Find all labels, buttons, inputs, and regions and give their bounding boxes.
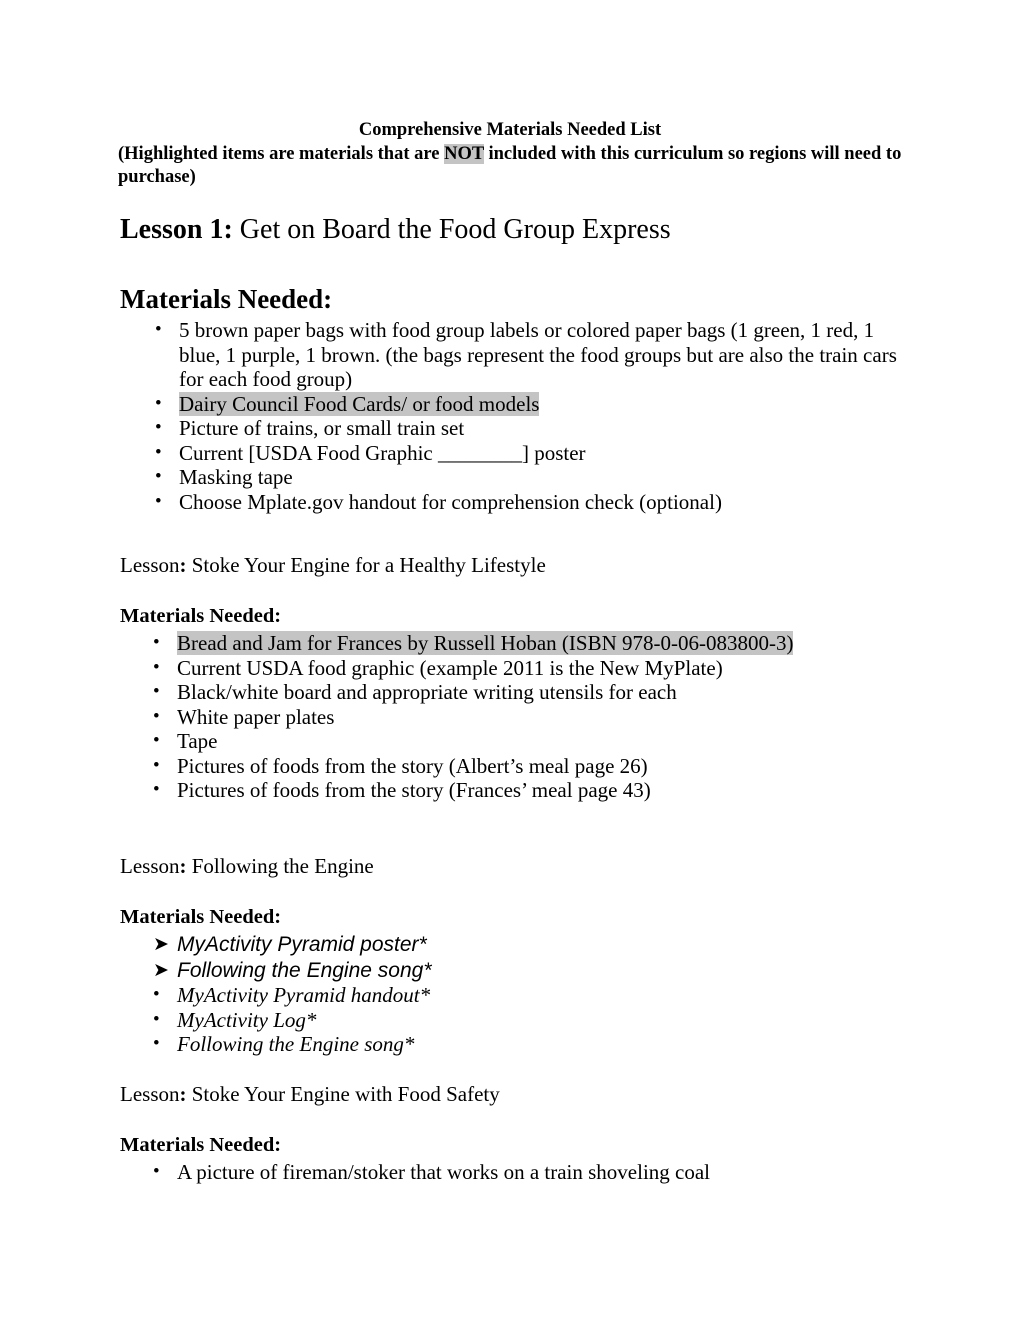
dot-bullet-icon: • [155,319,162,340]
list-item-label: MyActivity Pyramid handout* [177,983,431,1007]
lesson-3-heading: Lesson: Following the Engine [120,854,920,879]
list-item: • White paper plates [120,705,920,730]
list-item: ➤ Following the Engine song* [120,958,920,984]
lesson-3-title: Following the Engine [186,854,374,878]
lesson-1-heading: Lesson 1: Get on Board the Food Group Ex… [120,213,671,247]
lesson-2-materials-list: • Bread and Jam for Frances by Russell Ho… [120,631,920,803]
lesson-4-materials-list: • A picture of fireman/stoker that works … [120,1160,920,1185]
list-item-label: MyActivity Log* [177,1007,317,1032]
list-item: • Black/white board and appropriate writi… [120,680,920,705]
page-title: Comprehensive Materials Needed List [358,120,662,140]
legend-not-highlight: NOT [444,143,484,164]
lesson-section-2: Lesson: Stoke Your Engine for a Healthy … [120,553,920,803]
arrow-bullet-icon: ➤ [153,958,169,981]
list-item-label: White paper plates [177,704,335,729]
lesson-2-title: Stoke Your Engine for a Healthy Lifestyl… [186,553,546,577]
lesson-3-label: Lesson [120,854,180,878]
list-item: • Pictures of foods from the story (Alber… [120,754,920,779]
list-item-label: Pictures of foods from the story (Albert… [177,753,648,778]
dot-bullet-icon: • [155,466,162,487]
list-item: • Current [USDA Food Graphic ________] po… [122,441,912,466]
list-item: • MyActivity Log* [120,1008,920,1033]
list-item-label: Tape [177,729,218,753]
list-item: • Pictures of foods from the story (Franc… [120,778,920,803]
legend-text-before: (Highlighted items are materials that ar… [118,143,445,164]
list-item: • A picture of fireman/stoker that works … [120,1160,920,1185]
highlight-legend: (Highlighted items are materials that ar… [118,143,902,190]
list-item-label: A picture of fireman/stoker that works o… [177,1160,711,1184]
list-item-label: Current [USDA Food Graphic ________] pos… [179,440,586,465]
dot-bullet-icon: • [153,705,160,727]
list-item: • Dairy Council Food Cards/ or food model… [122,391,912,417]
lesson-4-colon: : [179,1082,187,1106]
arrow-bullet-icon: ➤ [153,933,169,955]
list-item: • Choose Mplate.gov handout for comprehen… [122,490,912,515]
list-item-label: Bread and Jam for Frances by Russell Hob… [177,631,794,655]
dot-bullet-icon: • [153,754,160,776]
lesson-1-label: Lesson 1: [120,214,233,245]
lesson-section-3: Lesson: Following the Engine Materials N… [120,854,920,1057]
lesson-4-heading: Lesson: Stoke Your Engine with Food Safe… [120,1082,920,1107]
list-item: • Picture of trains, or small train set [122,416,912,441]
dot-bullet-icon: • [153,730,160,751]
list-item: • 5 brown paper bags with food group labe… [122,318,912,392]
document-header: Comprehensive Materials Needed List (Hig… [118,119,902,190]
lesson-2-heading: Lesson: Stoke Your Engine for a Healthy … [120,553,920,578]
dot-bullet-icon: • [153,681,160,702]
list-item: • Masking tape [122,465,912,490]
list-item: • Current USDA food graphic (example 2011… [120,656,920,681]
list-item-label: Choose Mplate.gov handout for comprehens… [179,489,722,514]
lesson-1-title: Get on Board the Food Group Express [232,214,671,245]
list-item-label: Black/white board and appropriate writin… [177,680,677,704]
dot-bullet-icon: • [153,779,160,800]
list-item-label: Picture of trains, or small train set [179,416,465,440]
lesson-4-title: Stoke Your Engine with Food Safety [186,1082,500,1106]
dot-bullet-icon: • [155,490,162,512]
dot-bullet-icon: • [153,1161,160,1182]
list-item-label: Pictures of foods from the story (France… [177,778,651,802]
dot-bullet-icon: • [155,392,162,414]
lesson-3-colon: : [179,854,187,878]
dot-bullet-icon: • [153,1008,160,1030]
list-item-label: MyActivity Pyramid poster* [177,933,427,956]
dot-bullet-icon: • [155,441,162,463]
list-item: • Tape [120,729,920,754]
lesson-4-materials-heading: Materials Needed: [120,1134,282,1156]
document-page: Comprehensive Materials Needed List (Hig… [0,0,1020,1320]
list-item-label: Following the Engine song* [177,1032,415,1056]
lesson-1-materials-heading: Materials Needed: [120,284,333,314]
list-item-label: Masking tape [179,465,293,489]
dot-bullet-icon: • [153,632,160,653]
dot-bullet-icon: • [155,417,162,438]
lesson-section-4: Lesson: Stoke Your Engine with Food Safe… [120,1082,920,1185]
lesson-2-label: Lesson [120,553,180,577]
list-item-label: Current USDA food graphic (example 2011 … [177,655,723,680]
lesson-2-colon: : [179,553,187,577]
list-item-label: Dairy Council Food Cards/ or food models [179,391,540,416]
lesson-3-materials-heading: Materials Needed: [120,906,282,928]
dot-bullet-icon: • [153,656,160,678]
lesson-4-label: Lesson [120,1082,180,1106]
list-item: • Bread and Jam for Frances by Russell Ho… [120,631,920,656]
list-item-label: 5 brown paper bags with food group label… [179,318,897,391]
lesson-3-materials-list: ➤ MyActivity Pyramid poster* ➤ Following th… [120,932,920,1057]
list-item: • MyActivity Pyramid handout* [120,983,920,1008]
list-item-label: Following the Engine song* [177,958,432,982]
list-item: • Following the Engine song* [120,1032,920,1057]
lesson-2-materials-heading: Materials Needed: [120,605,282,627]
lesson-1-materials-list: • 5 brown paper bags with food group labe… [122,318,912,514]
dot-bullet-icon: • [153,984,160,1005]
list-item: ➤ MyActivity Pyramid poster* [120,932,920,958]
dot-bullet-icon: • [153,1033,160,1054]
